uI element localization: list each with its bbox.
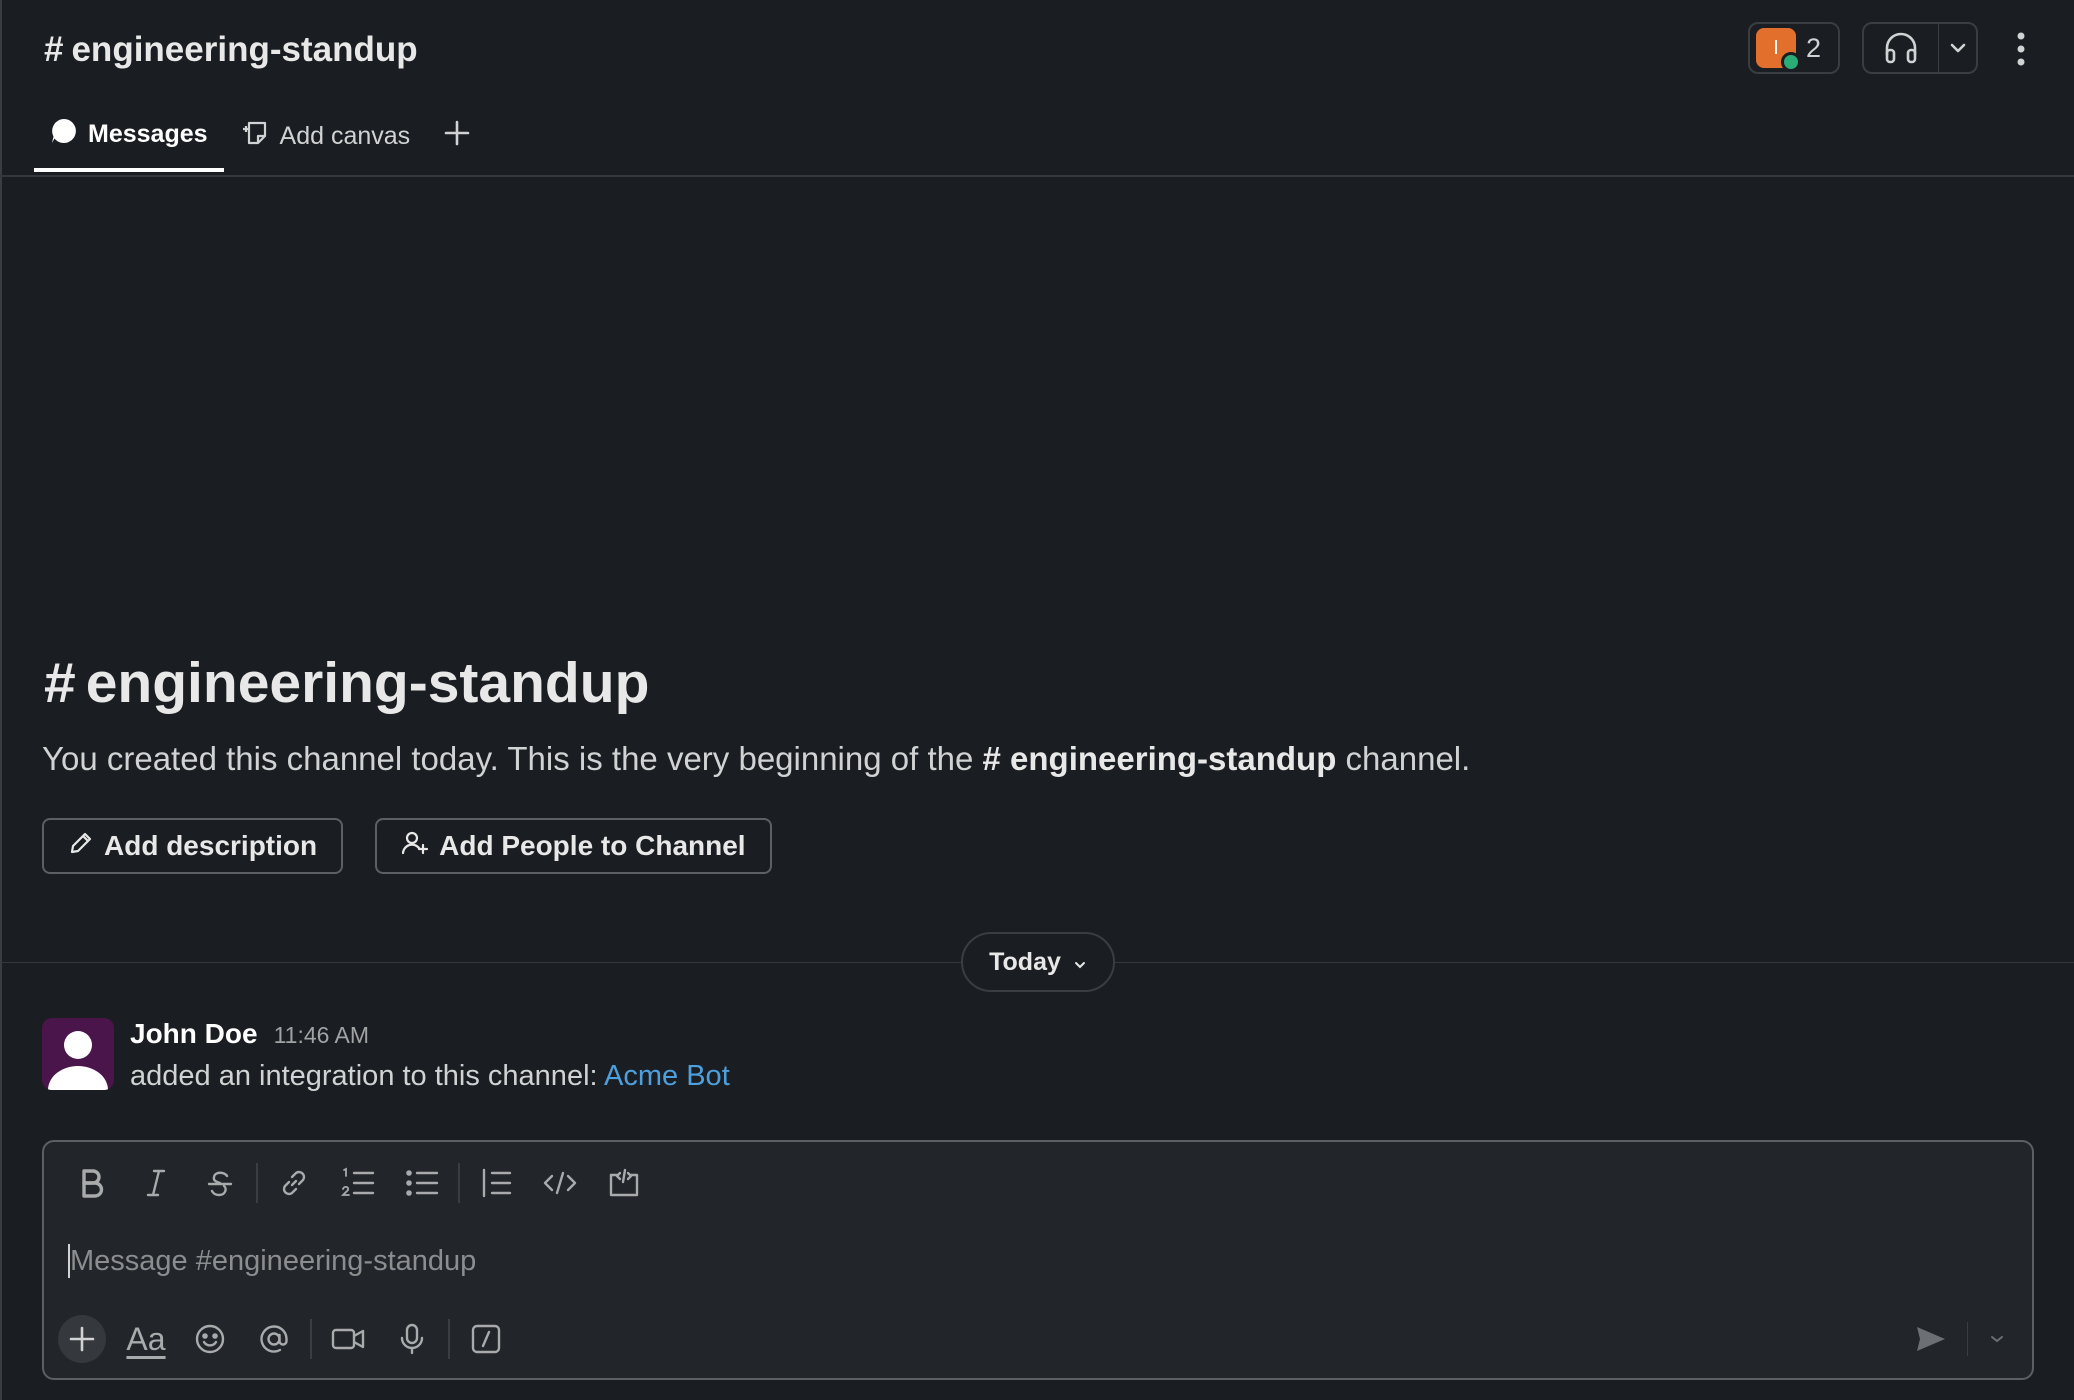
- huddle-button[interactable]: [1862, 22, 1978, 74]
- add-description-button[interactable]: Add description: [42, 818, 344, 874]
- avatar[interactable]: [42, 1018, 114, 1090]
- strikethrough-icon[interactable]: [188, 1160, 252, 1206]
- chevron-down-icon[interactable]: [1939, 24, 1976, 72]
- channel-name: engineering-standup: [71, 30, 418, 69]
- member-avatar: I: [1756, 28, 1801, 72]
- channel-header: # engineering-standup I 2 Messages Add c…: [0, 0, 2074, 177]
- message-placeholder: Message #engineering-standup: [70, 1244, 477, 1277]
- integration-link[interactable]: Acme Bot: [604, 1060, 730, 1092]
- message-composer: Message #engineering-standup Aa: [42, 1140, 2034, 1380]
- sender-name[interactable]: John Doe: [130, 1018, 258, 1050]
- microphone-icon[interactable]: [380, 1316, 444, 1362]
- mention-icon[interactable]: [242, 1316, 306, 1362]
- formatting-label: Aa: [126, 1320, 166, 1357]
- left-border: [0, 0, 2, 1400]
- member-count: 2: [1806, 32, 1822, 63]
- headphones-icon[interactable]: [1864, 24, 1939, 72]
- slash-command-icon[interactable]: [454, 1316, 518, 1362]
- code-icon[interactable]: [528, 1160, 592, 1206]
- bullet-list-icon[interactable]: [390, 1160, 454, 1206]
- chevron-down-icon: [1073, 948, 1087, 977]
- channel-title[interactable]: # engineering-standup: [44, 26, 418, 74]
- toolbar-separator: [458, 1163, 460, 1203]
- channel-intro-title: # engineering-standup: [44, 650, 649, 716]
- intro-text-before: You created this channel today. This is …: [42, 740, 983, 777]
- code-block-icon[interactable]: [592, 1160, 656, 1206]
- channel-tabs: Messages Add canvas: [34, 112, 488, 174]
- chevron-down-icon[interactable]: [1982, 1316, 2012, 1362]
- toolbar-separator: [310, 1319, 312, 1359]
- send-separator: [1967, 1322, 1968, 1356]
- video-icon[interactable]: [316, 1316, 380, 1362]
- canvas-icon: [240, 118, 270, 155]
- add-people-label: Add People to Channel: [439, 830, 746, 861]
- date-divider-button[interactable]: Today: [961, 932, 1115, 992]
- add-people-button[interactable]: Add People to Channel: [375, 818, 772, 874]
- send-controls: [1909, 1312, 2012, 1366]
- message-text: added an integration to this channel:: [130, 1060, 605, 1092]
- intro-actions: Add description Add People to Channel: [42, 818, 772, 874]
- bold-icon[interactable]: [60, 1160, 124, 1206]
- message-bubble-icon: [50, 117, 78, 152]
- add-person-icon: [401, 830, 429, 863]
- ordered-list-icon[interactable]: [326, 1160, 390, 1206]
- formatting-toolbar: [60, 1160, 656, 1206]
- toolbar-separator: [448, 1319, 450, 1359]
- channel-hash-icon: #: [44, 30, 64, 69]
- intro-channel-name: engineering-standup: [85, 651, 650, 715]
- attach-plus-button[interactable]: [58, 1315, 106, 1363]
- intro-channel-ref[interactable]: # engineering-standup: [983, 740, 1337, 777]
- plus-icon: [444, 120, 470, 153]
- channel-members-button[interactable]: I 2: [1748, 22, 1840, 74]
- send-icon[interactable]: [1909, 1316, 1953, 1362]
- add-description-label: Add description: [104, 830, 318, 861]
- channel-intro-text: You created this channel today. This is …: [42, 740, 1470, 778]
- blockquote-icon[interactable]: [464, 1160, 528, 1206]
- link-icon[interactable]: [262, 1160, 326, 1206]
- message-body: added an integration to this channel: Ac…: [130, 1060, 730, 1093]
- pencil-icon: [68, 830, 94, 863]
- formatting-icon[interactable]: Aa: [114, 1316, 178, 1362]
- tab-add-canvas[interactable]: Add canvas: [224, 112, 427, 160]
- emoji-icon[interactable]: [178, 1316, 242, 1362]
- tab-messages[interactable]: Messages: [34, 112, 224, 172]
- message-timestamp[interactable]: 11:46 AM: [274, 1022, 369, 1049]
- date-divider-label: Today: [989, 947, 1061, 976]
- toolbar-separator: [256, 1163, 258, 1203]
- add-tab-button[interactable]: [426, 112, 488, 160]
- italic-icon[interactable]: [124, 1160, 188, 1206]
- channel-hash-icon: #: [44, 651, 76, 715]
- tab-messages-label: Messages: [88, 119, 208, 148]
- composer-actions: Aa: [58, 1312, 518, 1366]
- member-initial: I: [1773, 36, 1779, 59]
- intro-text-after: channel.: [1336, 740, 1471, 777]
- more-options-icon[interactable]: [2006, 24, 2036, 74]
- online-status-icon: [1781, 52, 1801, 72]
- tab-add-canvas-label: Add canvas: [279, 121, 411, 150]
- message-input[interactable]: Message #engineering-standup: [68, 1238, 1968, 1284]
- message-header: John Doe 11:46 AM: [130, 1018, 369, 1050]
